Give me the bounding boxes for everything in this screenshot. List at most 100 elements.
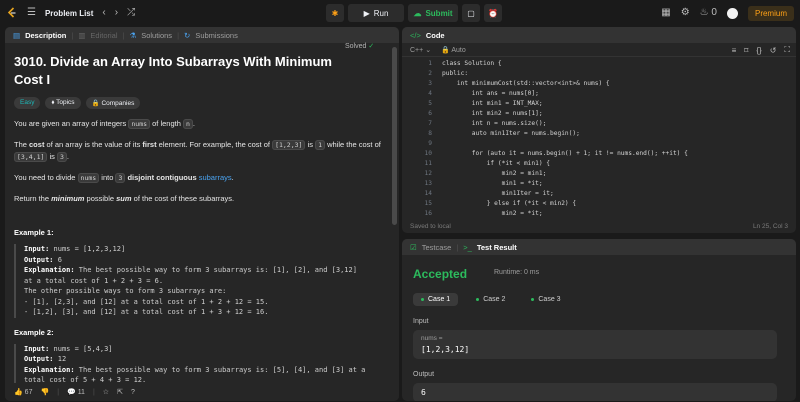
thumbs-down-icon: 👎 bbox=[40, 389, 50, 396]
tab-test-result[interactable]: Test Result bbox=[477, 243, 517, 252]
solved-badge: Solved ✓ bbox=[345, 43, 375, 50]
streak-counter[interactable]: ♨ 0 bbox=[700, 8, 717, 18]
tab-editorial[interactable]: Editorial bbox=[90, 31, 117, 40]
case-tab-1[interactable]: Case 1 bbox=[413, 293, 459, 306]
tab-testcase[interactable]: Testcase bbox=[422, 243, 452, 252]
premium-button[interactable]: Premium bbox=[747, 5, 794, 21]
code-line: 6 int min2 = nums[1]; bbox=[428, 110, 543, 117]
leetcode-logo-icon[interactable] bbox=[6, 7, 18, 19]
play-icon: ▶ bbox=[363, 8, 370, 18]
code-line: 16 min2 = *it; bbox=[424, 210, 543, 217]
comments-button[interactable]: 💬 11 bbox=[67, 388, 85, 396]
code-line: 13 min1 = *it; bbox=[424, 180, 543, 187]
run-button[interactable]: ▶ Run bbox=[348, 4, 404, 22]
notes-button[interactable]: ▢ bbox=[462, 4, 480, 22]
description-tabs: ▤ Description | ▥ Editorial | ⚗ Solution… bbox=[5, 27, 399, 43]
submit-button[interactable]: ☁ Submit bbox=[408, 4, 458, 22]
alarm-icon: ⏰ bbox=[488, 8, 498, 18]
description-scrollbar[interactable] bbox=[392, 47, 397, 225]
description-doc-icon: ▤ bbox=[13, 30, 21, 40]
example-1-block: Input: nums = [1,2,3,12] Output: 6 Expla… bbox=[14, 244, 382, 318]
tab-solutions[interactable]: Solutions bbox=[141, 31, 172, 40]
code-line: 4 int ans = nums[0]; bbox=[428, 90, 539, 97]
tab-description[interactable]: Description bbox=[25, 31, 66, 40]
check-circle-icon: ✓ bbox=[368, 43, 375, 50]
statement-p2: The cost of an array is the value of its… bbox=[14, 140, 381, 162]
case-tabs: Case 1 Case 2 Case 3 bbox=[413, 293, 785, 306]
like-button[interactable]: 👍 67 bbox=[14, 388, 32, 396]
thumbs-up-icon: 👍 bbox=[14, 389, 23, 396]
example-1-title: Example 1: bbox=[14, 228, 54, 237]
case-tab-2[interactable]: Case 2 bbox=[468, 293, 513, 306]
difficulty-badge: Easy bbox=[14, 97, 41, 109]
share-button[interactable]: ⇱ bbox=[117, 388, 123, 396]
description-content: 3010. Divide an Array Into Subarrays Wit… bbox=[5, 43, 391, 383]
result-tabs: ☑ Testcase | >_ Test Result bbox=[402, 239, 796, 255]
problem-title[interactable]: 3010. Divide an Array Into Subarrays Wit… bbox=[14, 53, 344, 89]
code-line: 5 int min1 = INT_MAX; bbox=[428, 100, 543, 107]
shuffle-icon[interactable]: ⤮ bbox=[127, 8, 135, 18]
avatar[interactable] bbox=[726, 7, 738, 19]
timer-button[interactable]: ⏰ bbox=[484, 4, 502, 22]
code-line: 3 int minimumCost(std::vector<int>& nums… bbox=[428, 80, 610, 87]
comment-icon: 💬 bbox=[67, 389, 76, 396]
braces-icon[interactable]: {} bbox=[756, 46, 761, 55]
save-status: Saved to local bbox=[410, 222, 451, 230]
output-box: 6 bbox=[413, 383, 777, 401]
autocomplete-toggle[interactable]: 🔒 Auto bbox=[441, 46, 466, 54]
code-line: 8 auto min1Iter = nums.begin(); bbox=[428, 130, 580, 137]
case-tab-3[interactable]: Case 3 bbox=[523, 293, 568, 306]
pass-dot-icon bbox=[531, 298, 535, 301]
history-icon: ↻ bbox=[184, 30, 191, 40]
description-panel: ▤ Description | ▥ Editorial | ⚗ Solution… bbox=[5, 27, 399, 401]
dislike-button[interactable]: 👎 bbox=[40, 388, 49, 396]
share-icon: ⇱ bbox=[117, 389, 123, 396]
statement-p4: Return the minimum possible sum of the c… bbox=[14, 194, 235, 203]
language-select[interactable]: C++ ⌄ bbox=[410, 46, 431, 54]
subarrays-link[interactable]: subarrays bbox=[199, 173, 232, 182]
output-label: Output bbox=[413, 371, 435, 378]
statement-p3: You need to divide nums into 3 disjoint … bbox=[14, 173, 234, 183]
example-2-title: Example 2: bbox=[14, 327, 54, 337]
description-footer: 👍 67 👎 | 💬 11 | ☆ ⇱ ? bbox=[5, 383, 399, 401]
favorite-button[interactable]: ☆ bbox=[103, 388, 109, 396]
test-result-panel: ☑ Testcase | >_ Test Result Accepted Run… bbox=[402, 239, 796, 401]
question-icon: ? bbox=[130, 388, 135, 396]
result-status: Accepted bbox=[413, 267, 468, 281]
code-line: 9 bbox=[428, 140, 432, 147]
next-problem-icon[interactable]: › bbox=[115, 8, 118, 18]
layout-icon[interactable]: ▦ bbox=[661, 8, 670, 18]
bookmark-icon[interactable]: ⌑ bbox=[744, 46, 748, 55]
top-bar: ☰ Problem List ‹ › ⤮ ✱ ▶ Run ☁ Submit ▢ ⏰ … bbox=[0, 0, 800, 26]
cloud-upload-icon: ☁ bbox=[413, 8, 422, 18]
top-bar-actions: ✱ ▶ Run ☁ Submit ▢ ⏰ bbox=[326, 4, 502, 22]
runtime-label: Runtime: 0 ms bbox=[494, 269, 540, 276]
format-icon[interactable]: ≡ bbox=[732, 46, 737, 55]
problem-list-link[interactable]: Problem List bbox=[45, 9, 93, 18]
tab-code[interactable]: Code bbox=[426, 31, 445, 40]
top-bar-left: ☰ Problem List ‹ › ⤮ bbox=[6, 4, 135, 22]
reset-icon[interactable]: ↺ bbox=[770, 46, 777, 55]
gear-icon[interactable]: ⚙ bbox=[681, 8, 690, 18]
note-icon: ▢ bbox=[467, 8, 475, 18]
code-editor[interactable]: 1 class Solution { 2 public: 3 int minimum… bbox=[402, 59, 796, 219]
tab-submissions[interactable]: Submissions bbox=[195, 31, 238, 40]
companies-tag[interactable]: 🔒 Companies bbox=[85, 97, 141, 109]
checkbox-icon: ☑ bbox=[410, 242, 417, 252]
fullscreen-icon[interactable]: ⛶ bbox=[784, 45, 790, 55]
pass-dot-icon bbox=[421, 298, 424, 301]
code-line: 11 if (*it < min1) { bbox=[424, 160, 551, 167]
flask-icon: ⚗ bbox=[129, 30, 137, 40]
prev-problem-icon[interactable]: ‹ bbox=[102, 8, 105, 18]
input-var-label: nums = bbox=[421, 335, 443, 342]
code-panel: </> Code C++ ⌄ 🔒 Auto ≡ ⌑ {} ↺ ⛶ 1 class … bbox=[402, 27, 796, 233]
topics-tag[interactable]: ⬧ Topics bbox=[45, 97, 81, 109]
help-button[interactable]: ? bbox=[131, 389, 135, 396]
debug-button[interactable]: ✱ bbox=[326, 4, 344, 22]
output-value: 6 bbox=[421, 388, 426, 397]
problem-list-icon[interactable]: ☰ bbox=[27, 8, 36, 18]
statement-p1: You are given an array of integers nums … bbox=[14, 119, 196, 129]
terminal-icon: >_ bbox=[463, 242, 472, 252]
code-brackets-icon: </> bbox=[410, 30, 421, 40]
editor-status-bar: Saved to local Ln 25, Col 3 bbox=[402, 219, 796, 233]
